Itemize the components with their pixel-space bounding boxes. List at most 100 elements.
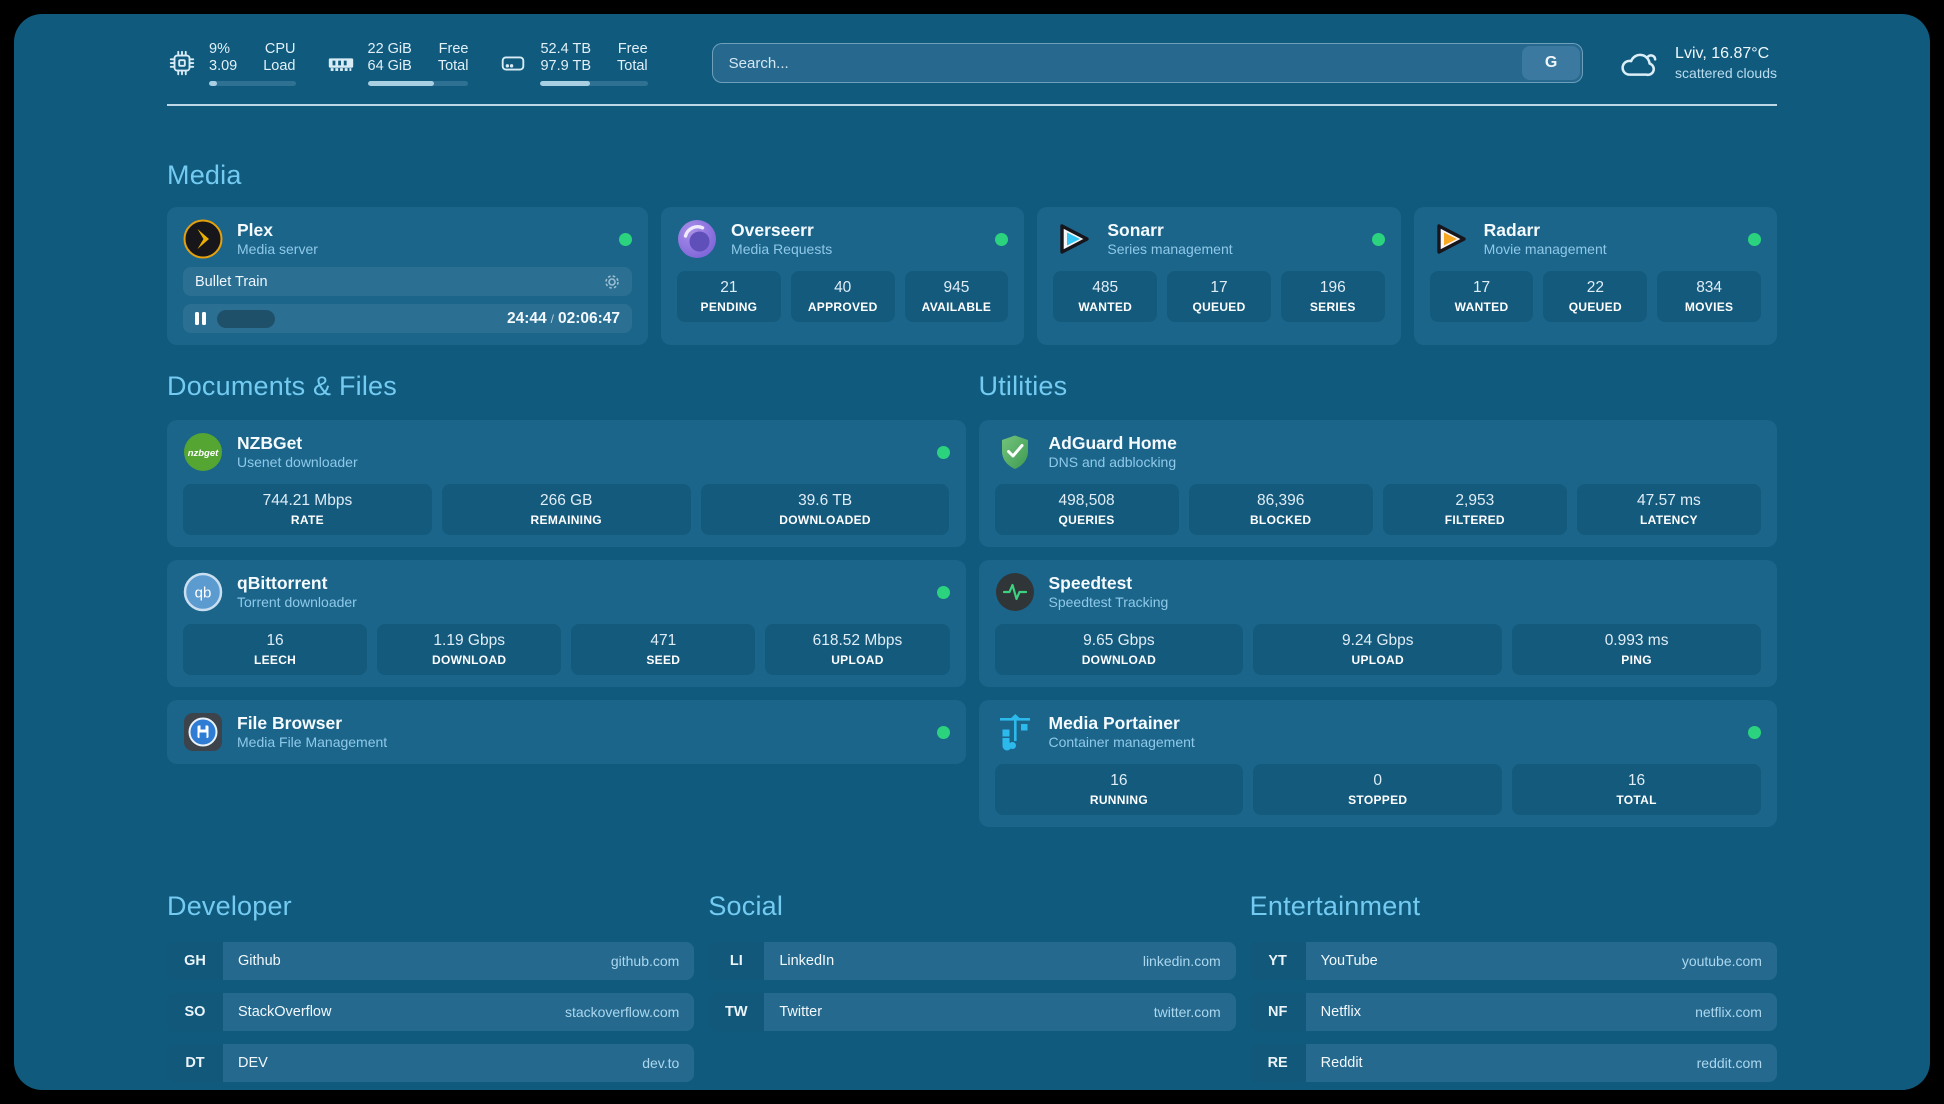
- playback-progress-bar[interactable]: [217, 310, 507, 328]
- nzbget-icon: nzbget: [183, 432, 223, 472]
- service-subtitle: DNS and adblocking: [1049, 454, 1177, 471]
- stat-pending: 21PENDING: [677, 271, 781, 322]
- status-badge: [619, 233, 632, 246]
- section-title-utilities: Utilities: [979, 371, 1778, 402]
- search-input[interactable]: [712, 43, 1583, 83]
- radarr-icon: [1430, 219, 1470, 259]
- service-card-plex[interactable]: Plex Media server Bullet Train: [167, 207, 648, 345]
- cpu-icon: [167, 48, 197, 78]
- speedtest-icon: [995, 572, 1035, 612]
- memory-icon: [326, 48, 356, 78]
- sonarr-icon: [1053, 219, 1093, 259]
- bookmark-url: youtube.com: [1682, 953, 1762, 969]
- service-card-sonarr[interactable]: Sonarr Series management 485WANTED 17QUE…: [1037, 207, 1400, 345]
- service-subtitle: Media server: [237, 241, 318, 258]
- service-subtitle: Usenet downloader: [237, 454, 358, 471]
- cpu-resource-widget: 9% CPU 3.09 Load: [167, 41, 296, 86]
- search-provider-button[interactable]: G: [1522, 46, 1580, 80]
- stat-upload: 618.52 MbpsUPLOAD: [765, 624, 949, 675]
- stat-remaining: 266 GBREMAINING: [442, 484, 691, 535]
- service-card-qbittorrent[interactable]: qb qBittorrent Torrent downloader 16LEEC…: [167, 560, 966, 687]
- service-card-portainer[interactable]: Media Portainer Container management 16R…: [979, 700, 1778, 827]
- bookmark-youtube[interactable]: YT YouTube youtube.com: [1250, 942, 1777, 980]
- bookmark-name: Twitter: [779, 1004, 822, 1020]
- adguard-icon: [995, 432, 1035, 472]
- playback-row: 24:44 / 02:06:47: [183, 304, 632, 333]
- bookmark-github[interactable]: GH Github github.com: [167, 942, 694, 980]
- section-title-developer: Developer: [167, 891, 694, 922]
- bookmark-abbr: LI: [708, 942, 764, 980]
- bookmark-abbr: GH: [167, 942, 223, 980]
- bookmark-name: LinkedIn: [779, 953, 834, 969]
- stat-queued: 17QUEUED: [1167, 271, 1271, 322]
- cpu-usage-label: CPU: [263, 41, 295, 59]
- service-name: AdGuard Home: [1049, 433, 1177, 454]
- dashboard-panel: 9% CPU 3.09 Load: [14, 14, 1930, 1090]
- disk-total-value: 97.9 TB: [540, 58, 591, 76]
- stat-seed: 471SEED: [571, 624, 755, 675]
- stat-wanted: 17WANTED: [1430, 271, 1534, 322]
- disk-free-value: 52.4 TB: [540, 41, 591, 59]
- filebrowser-icon: [183, 712, 223, 752]
- plex-icon: [183, 219, 223, 259]
- bookmark-reddit[interactable]: RE Reddit reddit.com: [1250, 1044, 1777, 1082]
- status-badge: [937, 586, 950, 599]
- service-card-radarr[interactable]: Radarr Movie management 17WANTED 22QUEUE…: [1414, 207, 1777, 345]
- status-badge: [1748, 726, 1761, 739]
- status-badge: [937, 446, 950, 459]
- stat-download: 9.65 GbpsDOWNLOAD: [995, 624, 1244, 675]
- service-subtitle: Media Requests: [731, 241, 832, 258]
- weather-location-temp: Lviv, 16.87°C: [1675, 44, 1777, 64]
- header-divider: [167, 104, 1777, 106]
- bookmark-name: Netflix: [1321, 1004, 1361, 1020]
- bookmark-linkedin[interactable]: LI LinkedIn linkedin.com: [708, 942, 1235, 980]
- overseerr-icon: [677, 219, 717, 259]
- top-bar: 9% CPU 3.09 Load: [167, 38, 1777, 88]
- memory-free-label: Free: [438, 41, 469, 59]
- section-title-entertainment: Entertainment: [1250, 891, 1777, 922]
- bookmark-url: github.com: [611, 953, 679, 969]
- bookmark-name: StackOverflow: [238, 1004, 331, 1020]
- service-name: Plex: [237, 220, 318, 241]
- bookmark-stackoverflow[interactable]: SO StackOverflow stackoverflow.com: [167, 993, 694, 1031]
- portainer-icon: [995, 712, 1035, 752]
- memory-total-value: 64 GiB: [368, 58, 412, 76]
- service-card-adguard[interactable]: AdGuard Home DNS and adblocking 498,508Q…: [979, 420, 1778, 547]
- service-subtitle: Speedtest Tracking: [1049, 594, 1169, 611]
- bookmark-netflix[interactable]: NF Netflix netflix.com: [1250, 993, 1777, 1031]
- bookmark-name: DEV: [238, 1055, 268, 1071]
- stat-approved: 40APPROVED: [791, 271, 895, 322]
- disk-icon: [498, 48, 528, 78]
- cpu-load-label: Load: [263, 58, 295, 76]
- section-title-documents: Documents & Files: [167, 371, 966, 402]
- bookmark-twitter[interactable]: TW Twitter twitter.com: [708, 993, 1235, 1031]
- status-badge: [1748, 233, 1761, 246]
- cpu-load-value: 3.09: [209, 58, 237, 76]
- disk-progress-bar: [540, 81, 647, 86]
- memory-total-label: Total: [438, 58, 469, 76]
- weather-condition: scattered clouds: [1675, 64, 1777, 82]
- stat-downloaded: 39.6 TBDOWNLOADED: [701, 484, 950, 535]
- service-name: Radarr: [1484, 220, 1607, 241]
- cpu-progress-bar: [209, 81, 296, 86]
- memory-free-value: 22 GiB: [368, 41, 412, 59]
- service-card-nzbget[interactable]: nzbget NZBGet Usenet downloader 744.21 M…: [167, 420, 966, 547]
- status-badge: [1372, 233, 1385, 246]
- bookmark-dev[interactable]: DT DEV dev.to: [167, 1044, 694, 1082]
- service-card-filebrowser[interactable]: File Browser Media File Management: [167, 700, 966, 764]
- gear-icon[interactable]: [604, 274, 620, 290]
- section-title-media: Media: [167, 160, 1777, 191]
- stat-upload: 9.24 GbpsUPLOAD: [1253, 624, 1502, 675]
- service-card-speedtest[interactable]: Speedtest Speedtest Tracking 9.65 GbpsDO…: [979, 560, 1778, 687]
- bookmark-abbr: DT: [167, 1044, 223, 1082]
- stat-rate: 744.21 MbpsRATE: [183, 484, 432, 535]
- service-name: Sonarr: [1107, 220, 1232, 241]
- total-time: 02:06:47: [558, 310, 620, 328]
- bookmark-abbr: NF: [1250, 993, 1306, 1031]
- pause-icon[interactable]: [195, 312, 209, 325]
- memory-resource-widget: 22 GiB Free 64 GiB Total: [326, 41, 469, 86]
- service-card-overseerr[interactable]: Overseerr Media Requests 21PENDING 40APP…: [661, 207, 1024, 345]
- bookmark-abbr: SO: [167, 993, 223, 1031]
- disk-free-label: Free: [617, 41, 648, 59]
- stat-download: 1.19 GbpsDOWNLOAD: [377, 624, 561, 675]
